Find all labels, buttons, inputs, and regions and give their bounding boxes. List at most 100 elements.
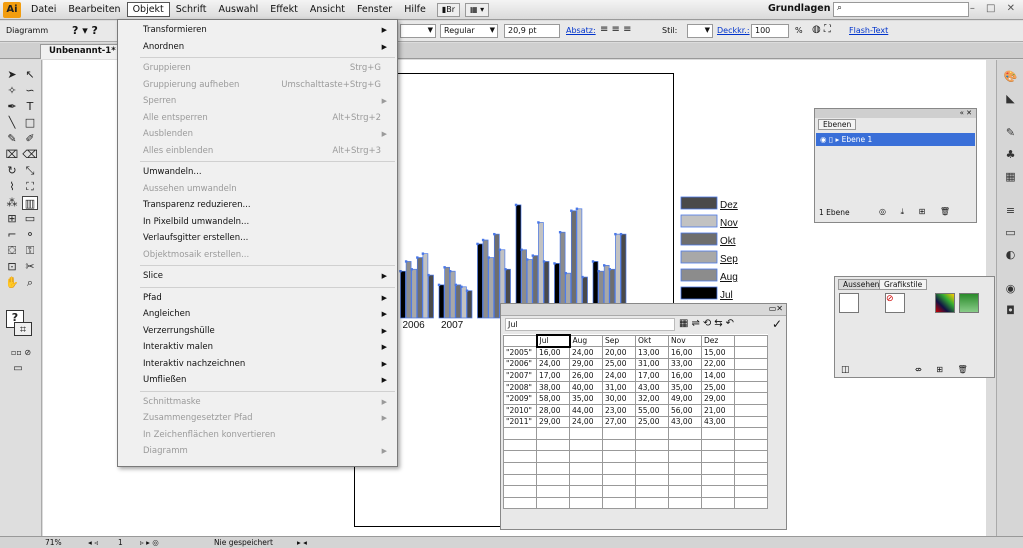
table-cell[interactable] (701, 485, 735, 498)
panel-collapse-icon[interactable]: « ✕ (815, 109, 976, 118)
table-cell[interactable]: 27,00 (602, 415, 636, 429)
selection-handle[interactable] (443, 266, 446, 269)
selection-handle[interactable] (498, 248, 502, 251)
table-cell[interactable] (734, 369, 768, 382)
chart-bar[interactable] (416, 257, 423, 319)
table-cell[interactable] (734, 473, 768, 487)
table-cell[interactable] (602, 462, 636, 475)
rotate-tool-icon[interactable]: ↻ (4, 164, 20, 178)
pencil-tool-icon[interactable]: ✐ (22, 132, 38, 146)
selection-handle[interactable] (603, 264, 606, 267)
gradient-icon[interactable]: ▭ (1003, 226, 1018, 240)
artboard-tool-icon[interactable]: ⊡ (4, 260, 20, 274)
table-cell[interactable]: 38,00 (536, 380, 570, 394)
table-cell[interactable] (569, 450, 603, 464)
opacity-link[interactable]: Deckkr.: (717, 26, 750, 35)
selection-handle[interactable] (465, 289, 469, 292)
table-header-row[interactable]: Jul Aug Sep Okt Nov Dez (503, 334, 768, 348)
table-cell[interactable]: 33,00 (668, 357, 702, 371)
table-cell[interactable] (668, 450, 702, 464)
table-row[interactable] (503, 462, 768, 475)
table-cell[interactable]: 23,00 (602, 404, 636, 417)
table-cell[interactable]: "2008" (503, 380, 537, 394)
table-cell[interactable] (635, 427, 669, 440)
table-cell[interactable]: 28,00 (536, 404, 570, 417)
table-cell[interactable]: 14,00 (701, 369, 735, 382)
style-footer-icons[interactable]: ⇎ ⊞ 🗑 (915, 365, 974, 374)
legend-swatch[interactable] (680, 268, 718, 282)
live-paint-select-icon[interactable]: ⚿ (22, 244, 38, 258)
table-cell[interactable] (536, 485, 570, 498)
table-cell[interactable] (602, 450, 636, 464)
chart-bar[interactable] (477, 243, 483, 319)
menu-item-umwandeln[interactable]: Umwandeln... (143, 164, 387, 180)
table-cell[interactable] (635, 485, 669, 498)
table-cell[interactable] (734, 496, 768, 510)
live-paint-icon[interactable]: ⛋ (4, 244, 20, 258)
table-row[interactable] (503, 450, 768, 464)
table-cell[interactable]: "2011" (503, 415, 537, 429)
chart-bar[interactable] (449, 270, 456, 319)
table-cell[interactable]: 58,00 (536, 392, 570, 406)
chart-bar[interactable] (488, 257, 495, 319)
selection-tool-icon[interactable]: ➤ (4, 68, 20, 82)
table-cell[interactable] (602, 473, 636, 487)
table-cell[interactable] (503, 473, 537, 487)
table-cell[interactable]: 49,00 (668, 392, 702, 406)
column-graph-tool-icon[interactable]: ▥ (22, 196, 38, 210)
table-cell[interactable] (734, 462, 768, 475)
table-cell[interactable]: 25,00 (701, 380, 735, 394)
table-cell[interactable] (734, 427, 768, 440)
table-cell[interactable] (734, 346, 768, 359)
table-cell[interactable]: "2006" (503, 357, 537, 371)
menu-hilfe[interactable]: Hilfe (398, 2, 432, 17)
chart-bar[interactable] (444, 266, 450, 319)
table-cell[interactable]: 15,00 (701, 346, 735, 359)
table-cell[interactable]: "2009" (503, 392, 537, 406)
table-cell[interactable]: "2010" (503, 404, 537, 417)
table-cell[interactable]: 43,00 (701, 415, 735, 429)
chart-bar[interactable] (400, 270, 406, 319)
table-cell[interactable]: 43,00 (635, 380, 669, 394)
menu-item-anordnen[interactable]: Anordnen ▶ (143, 39, 387, 55)
table-cell[interactable] (734, 485, 768, 498)
style-swatch-green[interactable] (959, 293, 979, 313)
legend-swatch[interactable] (680, 214, 718, 228)
x-tick-label[interactable]: 2006 (403, 320, 426, 331)
legend-swatch[interactable] (680, 286, 718, 300)
font-style-select[interactable]: Regular ▼ (440, 24, 498, 38)
chart-bar[interactable] (466, 290, 473, 319)
table-cell[interactable] (635, 450, 669, 464)
table-cell[interactable] (668, 473, 702, 487)
color-guide-icon[interactable]: ◣ (1003, 92, 1018, 106)
table-cell[interactable]: 29,00 (701, 392, 735, 406)
stroke-icon[interactable]: ≡ (1003, 204, 1018, 218)
table-cell[interactable]: 24,00 (602, 369, 636, 382)
table-row[interactable]: "2011" 29,00 24,00 27,00 25,00 43,00 43,00 (503, 415, 768, 429)
menu-item-slice[interactable]: Slice ▶ (143, 268, 387, 284)
menu-item-pfad[interactable]: Pfad ▶ (143, 290, 387, 306)
selection-handle[interactable] (427, 273, 430, 277)
brushes-icon[interactable]: ✎ (1003, 126, 1018, 140)
zoom-level[interactable]: 71% (45, 538, 62, 547)
selection-handle[interactable] (437, 283, 441, 287)
selection-handle[interactable] (564, 271, 567, 275)
menu-item-in-pixelbild-umwandeln[interactable]: In Pixelbild umwandeln... (143, 214, 387, 230)
selection-handle[interactable] (520, 248, 523, 251)
table-cell[interactable] (734, 380, 768, 394)
table-cell[interactable]: "2007" (503, 369, 537, 382)
table-row[interactable]: "2009" 58,00 35,00 30,00 32,00 49,00 29,00 (503, 392, 768, 406)
menu-objekt[interactable]: Objekt (126, 2, 170, 17)
apply-checkmark-icon[interactable]: ✓ (772, 317, 782, 331)
legend-label[interactable]: Dez (720, 200, 738, 211)
table-cell[interactable]: 16,00 (668, 369, 702, 382)
color-panel-icon[interactable]: 🎨 (1003, 70, 1018, 84)
table-cell[interactable]: 29,00 (536, 415, 570, 429)
table-cell[interactable] (569, 427, 603, 440)
layer-row[interactable]: ◉ ▯ ▸ Ebene 1 (816, 133, 975, 146)
legend-label[interactable]: Aug (720, 272, 738, 283)
selection-handle[interactable] (575, 207, 579, 210)
recolor-icon[interactable]: ◍ ⛶ (812, 24, 831, 35)
status-menu-icon[interactable]: ▸ ◂ (297, 538, 307, 547)
table-cell[interactable] (734, 392, 768, 406)
